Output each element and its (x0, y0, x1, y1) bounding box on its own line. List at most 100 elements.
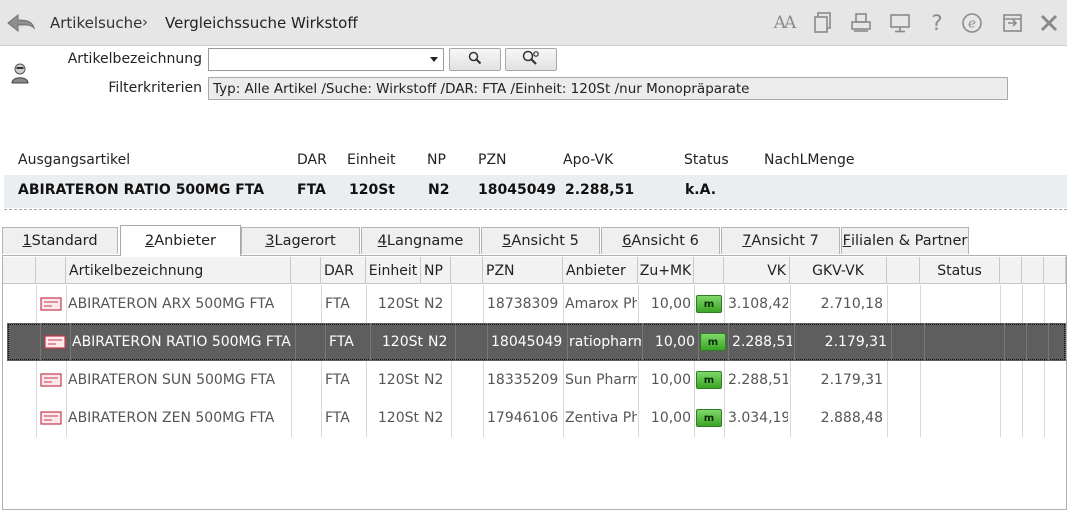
source-header-unit: Einheit (347, 152, 396, 168)
extended-search-button[interactable] (505, 48, 557, 71)
back-arrow-icon[interactable] (6, 12, 36, 34)
header-empty-3[interactable] (887, 257, 920, 284)
monitor-icon[interactable] (888, 11, 912, 35)
header-einheit[interactable]: Einheit (366, 257, 421, 284)
cell-pzn: 18335209 (487, 372, 559, 388)
column-divider (483, 285, 484, 323)
page-title: Vergleichssuche Wirkstoff (165, 14, 358, 32)
header-empty-5[interactable] (1022, 257, 1044, 284)
header-artikelbezeichnung[interactable]: Artikelbezeichnung (66, 257, 291, 284)
column-divider (920, 361, 921, 399)
header-status[interactable]: Status (920, 257, 1000, 284)
cell-vk: 3.108,42 (728, 296, 788, 312)
m-badge-icon[interactable]: m (696, 371, 722, 389)
m-badge-icon[interactable]: m (696, 409, 722, 427)
filter-label: Filterkriterien (108, 80, 202, 96)
tab-ansicht-5[interactable]: 5 Ansicht 5 (481, 227, 600, 254)
artikel-combobox[interactable] (208, 48, 444, 71)
cell-np: N2 (428, 334, 448, 350)
table-row[interactable]: ABIRATERON ZEN 500MG FTA FTA 120St N2 17… (3, 399, 1066, 437)
column-divider (1000, 361, 1001, 399)
tab-langname[interactable]: 4 Langname (361, 227, 480, 254)
svg-text:e: e (968, 17, 976, 32)
column-divider (1022, 285, 1023, 323)
header-empty[interactable] (291, 257, 321, 284)
column-divider (887, 285, 888, 323)
column-divider (920, 285, 921, 323)
divider (4, 209, 1067, 210)
search-button[interactable] (449, 48, 501, 71)
column-divider (321, 361, 322, 399)
header-np[interactable]: NP (421, 257, 451, 284)
column-divider (36, 361, 37, 399)
export-icon[interactable] (1001, 11, 1025, 35)
help-icon[interactable]: ? (925, 11, 949, 35)
column-divider (321, 399, 322, 437)
header-empty-2[interactable] (451, 257, 483, 284)
cell-name: ABIRATERON SUN 500MG FTA (68, 372, 276, 388)
header-dar[interactable]: DAR (321, 257, 366, 284)
column-divider (1026, 323, 1027, 361)
copy-icon[interactable] (811, 11, 835, 35)
e-icon[interactable]: e (960, 11, 984, 35)
breadcrumb-artikelsuche[interactable]: Artikelsuche (50, 14, 142, 32)
column-divider (66, 285, 67, 323)
header-icon-col[interactable] (36, 257, 66, 284)
header-empty-4[interactable] (1000, 257, 1022, 284)
results-grid[interactable]: Artikelbezeichnung DAR Einheit NP PZN An… (2, 255, 1067, 510)
tab-ansicht-7[interactable]: 7 Ansicht 7 (721, 227, 840, 254)
header-zu-mk[interactable]: Zu+MK (638, 257, 694, 284)
font-size-icon[interactable]: AA (772, 11, 797, 35)
cell-zu-mk: 10,00 (654, 334, 695, 350)
column-divider (40, 323, 41, 361)
close-icon[interactable] (1037, 11, 1061, 35)
column-divider (1048, 323, 1049, 361)
cell-dar: FTA (325, 410, 350, 426)
cell-dar: FTA (325, 296, 350, 312)
tab-hotkey: 2 (144, 233, 155, 249)
cell-dar: FTA (325, 372, 350, 388)
tab-filialen-partner[interactable]: Filialen & Partner (841, 227, 969, 254)
table-row[interactable]: ABIRATERON ARX 500MG FTA FTA 120St N2 18… (3, 285, 1066, 323)
tab-ansicht-6[interactable]: 6 Ansicht 6 (601, 227, 720, 254)
column-divider (1044, 399, 1045, 437)
chevron-down-icon[interactable] (430, 57, 438, 62)
header-gkv-vk[interactable]: GKV-VK (790, 257, 887, 284)
m-badge-icon[interactable]: m (696, 295, 722, 313)
tab-label: Ansicht 5 (511, 233, 579, 249)
tab-hotkey: 4 (377, 233, 387, 249)
cell-zu-mk: 10,00 (650, 372, 691, 388)
header-indicator[interactable] (3, 257, 36, 284)
column-divider (887, 399, 888, 437)
column-divider (1044, 285, 1045, 323)
header-empty-6[interactable] (1044, 257, 1066, 284)
user-icon (10, 62, 30, 84)
m-badge-icon[interactable]: m (700, 333, 726, 351)
source-header-apo-vk: Apo-VK (563, 152, 614, 168)
column-divider (325, 323, 326, 361)
tab-standard[interactable]: 1 Standard (2, 227, 118, 254)
cell-status (923, 399, 997, 437)
cell-einheit: 120St (377, 296, 419, 312)
package-icon (39, 285, 63, 323)
column-divider (887, 361, 888, 399)
column-divider (291, 285, 292, 323)
package-icon (39, 399, 63, 437)
table-row[interactable]: ABIRATERON SUN 500MG FTA FTA 120St N2 18… (3, 361, 1066, 399)
print-icon[interactable] (849, 11, 873, 35)
column-divider (321, 285, 322, 323)
column-divider (1022, 399, 1023, 437)
tab-lagerort[interactable]: 3 Lagerort (241, 227, 360, 254)
cell-np: N2 (424, 296, 444, 312)
table-row[interactable]: ABIRATERON RATIO 500MG FTA FTA 120St N2 … (7, 323, 1066, 361)
header-pzn[interactable]: PZN (483, 257, 563, 284)
cell-anbieter-text: ratiopharm (569, 334, 641, 350)
cell-np: N2 (424, 410, 444, 426)
cell-dar: FTA (329, 334, 354, 350)
tab-anbieter[interactable]: 2 Anbieter (120, 225, 241, 256)
header-badge-col[interactable] (694, 257, 724, 284)
header-anbieter[interactable]: Anbieter (563, 257, 638, 284)
header-vk[interactable]: VK (724, 257, 790, 284)
tab-label: Ansicht 7 (751, 233, 819, 249)
cell-vk: 2.288,51 (732, 334, 792, 350)
